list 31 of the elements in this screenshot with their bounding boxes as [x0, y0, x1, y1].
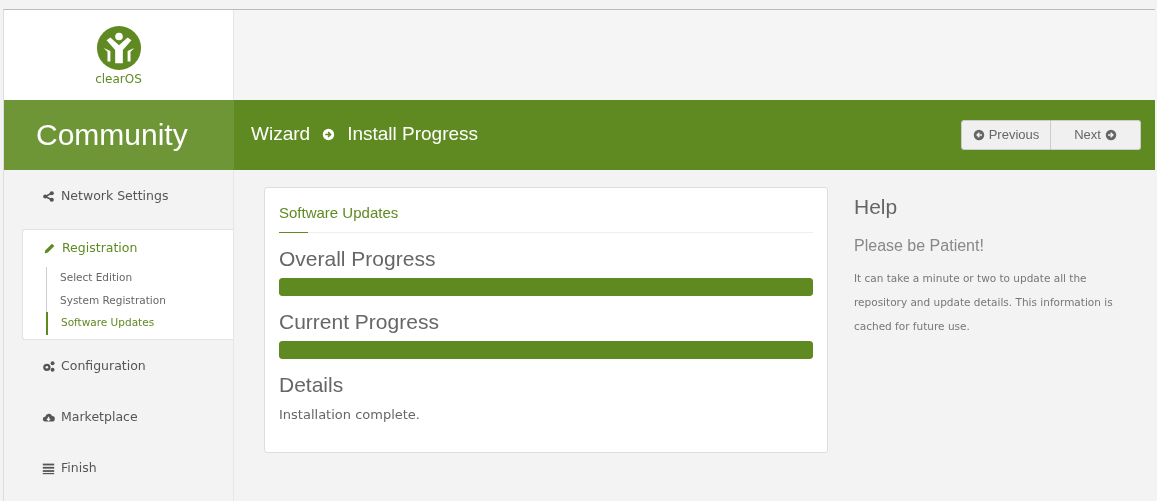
details-text: Installation complete.: [279, 405, 421, 424]
panel-title: Software Updates: [279, 203, 399, 221]
logo-text: clearOS: [95, 72, 142, 85]
submenu-item[interactable]: Select Edition: [47, 266, 233, 290]
next-button[interactable]: Next: [1051, 119, 1141, 150]
details-heading: Details: [279, 373, 345, 397]
breadcrumb-item[interactable]: Wizard: [251, 120, 311, 149]
sidebar-item[interactable]: Configuration: [4, 348, 233, 385]
share-icon: [42, 189, 55, 203]
list-icon: [42, 462, 55, 475]
pencil-icon: [43, 241, 56, 255]
left-arrow-icon: [972, 128, 985, 141]
logo-icon: [95, 24, 142, 71]
help-text: It can take a minute or two to update all the repository and update details. This information is cached for future use.: [854, 271, 1114, 335]
title-underline: [279, 232, 308, 234]
previous-button[interactable]: Previous: [961, 119, 1051, 150]
progress-heading: Overall Progress: [279, 247, 437, 271]
gears-icon: [42, 360, 55, 373]
sidebar-item[interactable]: Finish: [4, 450, 233, 487]
submenu-item[interactable]: Software Updates: [46, 312, 233, 335]
right-arrow-icon: [1104, 128, 1117, 141]
edition-title: Community: [36, 117, 188, 154]
submenu-item[interactable]: System Registration: [47, 289, 233, 313]
cloud-icon: [42, 411, 55, 424]
sidebar-item[interactable]: Network Settings: [4, 177, 233, 215]
breadcrumb-item: Install Progress: [347, 122, 479, 147]
progress-heading: Current Progress: [279, 310, 440, 334]
help-title: Help: [854, 193, 899, 220]
sidebar-item[interactable]: Marketplace: [4, 399, 233, 436]
help-subtitle: Please be Patient!: [854, 236, 985, 257]
sidebar-item[interactable]: Registration: [23, 229, 233, 267]
